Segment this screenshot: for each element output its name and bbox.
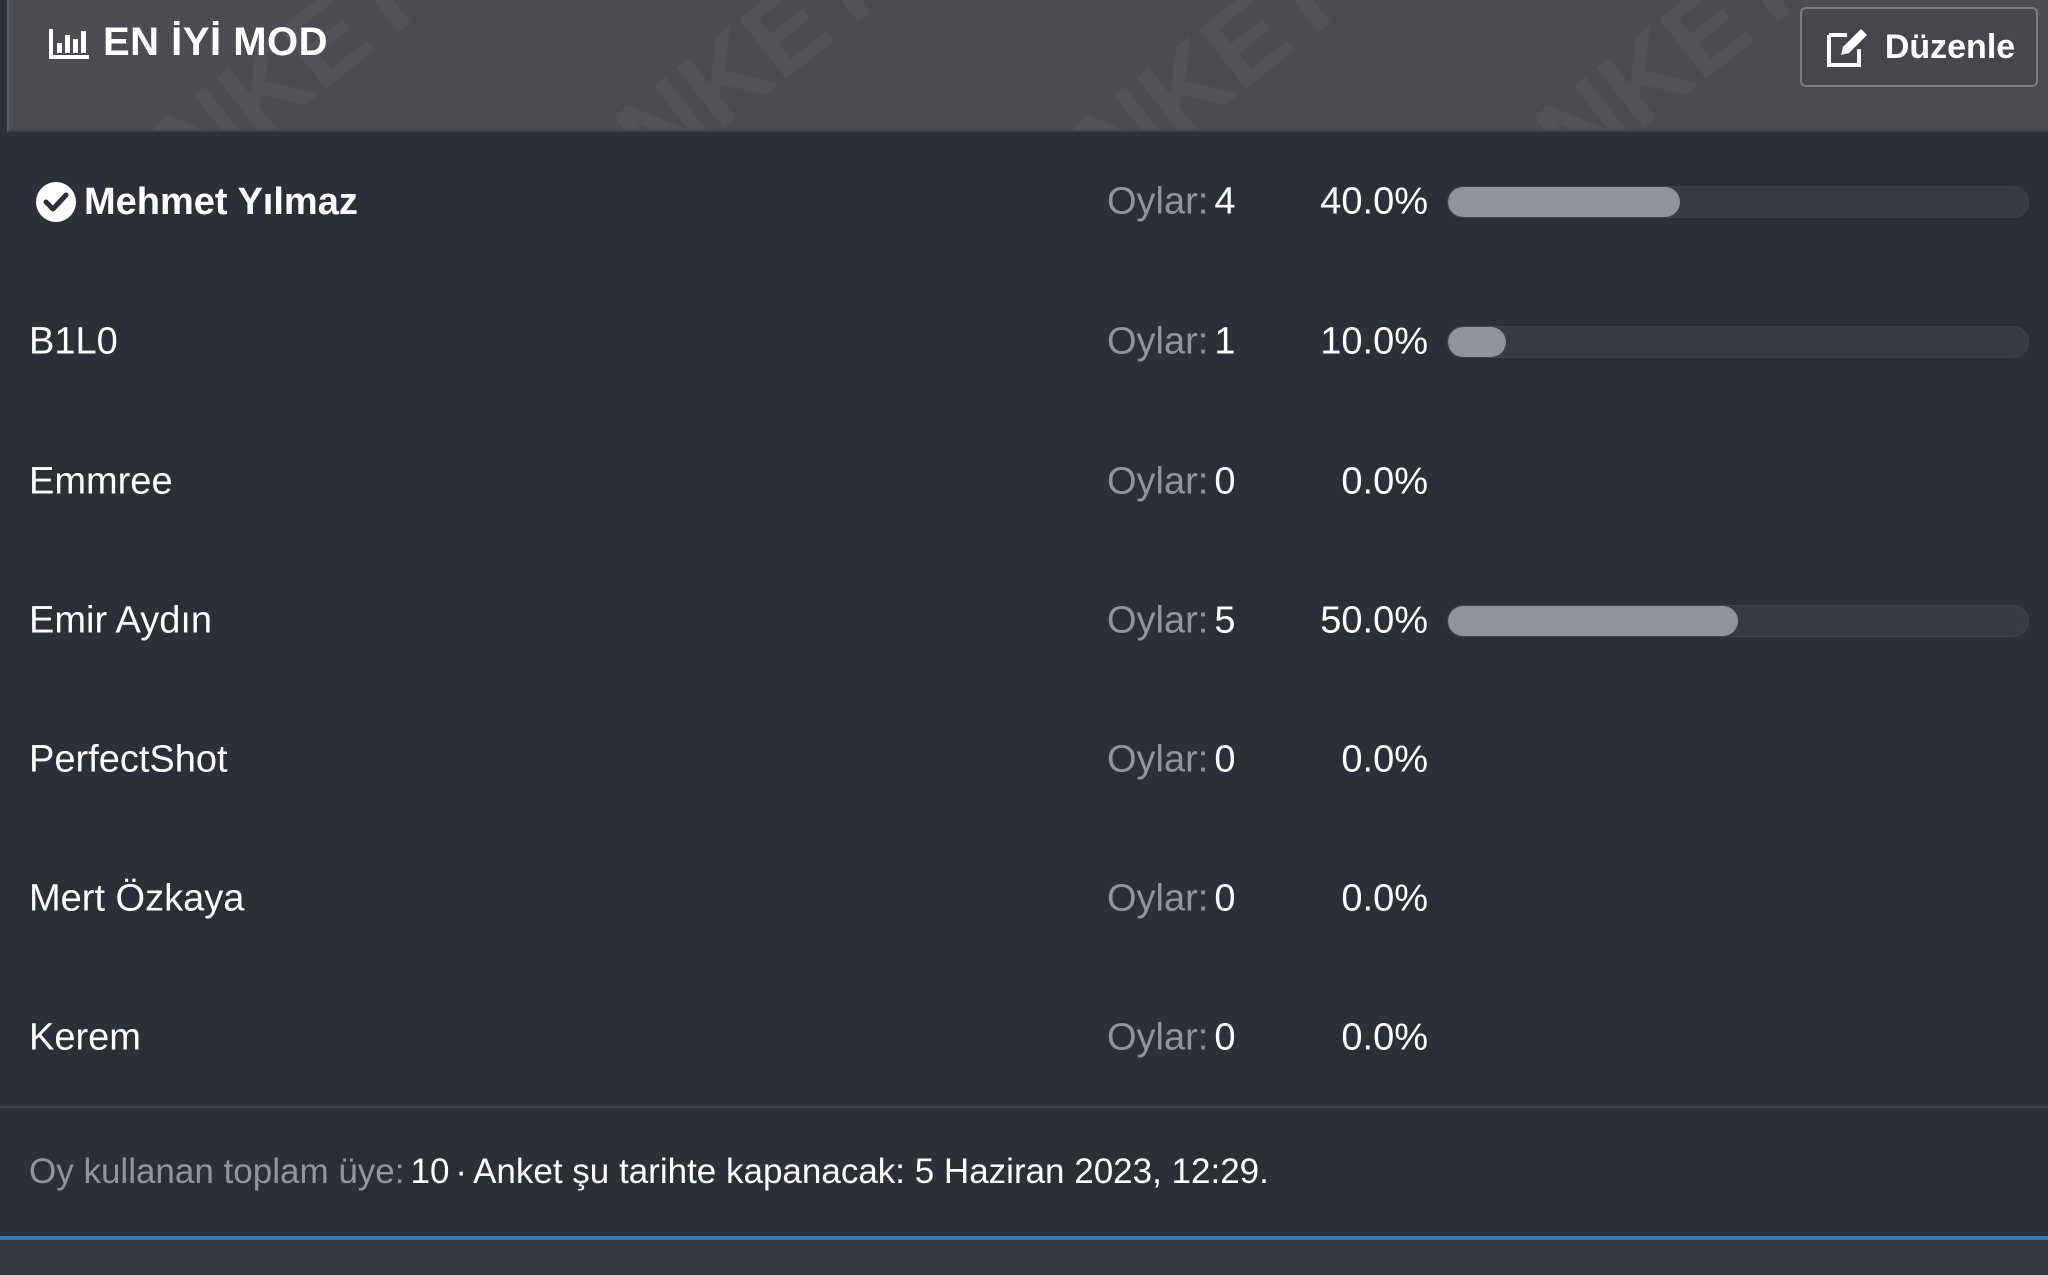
poll-option-label: B1L0 bbox=[29, 321, 118, 364]
poll-option-text: Emir Aydın bbox=[29, 599, 213, 642]
vote-count-label: Oylar: bbox=[1107, 738, 1209, 781]
poll-option-label: PerfectShot bbox=[29, 739, 228, 782]
vote-percent: 50.0% bbox=[1320, 599, 1428, 642]
vote-count-value: 0 bbox=[1214, 738, 1236, 781]
vote-percent: 0.0% bbox=[1341, 1016, 1428, 1059]
poll-option-row: Emir Aydın Oylar: 5 50.0% bbox=[0, 586, 2048, 656]
poll-option-row: B1L0 Oylar: 1 10.0% bbox=[0, 307, 2048, 377]
vote-count: Oylar: 0 bbox=[1107, 1017, 1236, 1060]
vote-count-label: Oylar: bbox=[1107, 180, 1209, 223]
bottom-strip bbox=[0, 1240, 2048, 1275]
edit-button-label: Düzenle bbox=[1884, 27, 2016, 66]
vote-percent: 10.0% bbox=[1320, 320, 1428, 363]
poll-option-label: Kerem bbox=[29, 1017, 141, 1060]
poll-footer-text: Oy kullanan toplam üye: 10 · Anket şu tarih… bbox=[29, 1152, 1269, 1192]
poll-option-text: B1L0 bbox=[29, 320, 118, 363]
vote-count-value: 0 bbox=[1214, 877, 1236, 920]
poll-option-row: Emmree Oylar: 0 0.0% bbox=[0, 447, 2048, 517]
voted-check-icon bbox=[36, 182, 76, 222]
total-voters-label: Oy kullanan toplam üye: bbox=[29, 1152, 405, 1191]
vote-percent: 0.0% bbox=[1341, 460, 1428, 503]
total-voters-value: 10 bbox=[410, 1152, 450, 1191]
poll-title-text: EN İYİ MOD bbox=[103, 20, 329, 64]
vote-count-value: 4 bbox=[1214, 180, 1236, 223]
vote-count: Oylar: 0 bbox=[1107, 739, 1236, 782]
poll-option-row: PerfectShot Oylar: 0 0.0% bbox=[0, 725, 2048, 795]
poll-header: ANKET ANKET ANKET ANKET EN İYİ MOD Düzen… bbox=[7, 0, 2048, 132]
poll-option-text: Kerem bbox=[29, 1016, 141, 1059]
poll-option-label: Mehmet Yılmaz bbox=[34, 180, 358, 224]
poll-option-row: Mert Özkaya Oylar: 0 0.0% bbox=[0, 864, 2048, 934]
bar-chart-icon bbox=[49, 28, 89, 59]
vote-count-value: 0 bbox=[1214, 460, 1236, 503]
poll-option-text: PerfectShot bbox=[29, 738, 228, 781]
vote-count: Oylar: 0 bbox=[1107, 878, 1236, 921]
vote-count-value: 1 bbox=[1214, 320, 1236, 363]
vote-bar-track bbox=[1447, 186, 2029, 218]
vote-bar-track bbox=[1447, 326, 2029, 358]
vote-bar-fill bbox=[1448, 187, 1680, 217]
poll-title: EN İYİ MOD bbox=[47, 20, 328, 65]
poll-widget: ANKET ANKET ANKET ANKET EN İYİ MOD Düzen… bbox=[0, 0, 2048, 1275]
vote-bar-fill bbox=[1448, 606, 1738, 636]
poll-option-text: Mert Özkaya bbox=[29, 877, 245, 920]
vote-count: Oylar: 0 bbox=[1107, 461, 1236, 504]
vote-count: Oylar: 4 bbox=[1107, 181, 1236, 224]
poll-option-text: Emmree bbox=[29, 460, 173, 503]
poll-option-row: Mehmet Yılmaz Oylar: 4 40.0% bbox=[0, 167, 2048, 237]
edit-button[interactable]: Düzenle bbox=[1800, 7, 2038, 87]
vote-bar-fill bbox=[1448, 327, 1506, 357]
poll-option-text: Mehmet Yılmaz bbox=[84, 180, 358, 223]
footer-separator: · bbox=[455, 1152, 468, 1191]
poll-option-label: Emir Aydın bbox=[29, 600, 212, 643]
vote-percent: 0.0% bbox=[1341, 738, 1428, 781]
poll-option-label: Emmree bbox=[29, 461, 173, 504]
poll-footer: Oy kullanan toplam üye: 10 · Anket şu tarih… bbox=[0, 1106, 2048, 1236]
poll-option-row: Kerem Oylar: 0 0.0% bbox=[0, 1003, 2048, 1073]
vote-bar-track bbox=[1447, 605, 2029, 637]
vote-count: Oylar: 5 bbox=[1107, 600, 1236, 643]
vote-count-label: Oylar: bbox=[1107, 1016, 1209, 1059]
vote-count-label: Oylar: bbox=[1107, 320, 1209, 363]
vote-count: Oylar: 1 bbox=[1107, 321, 1236, 364]
poll-option-label: Mert Özkaya bbox=[29, 878, 244, 921]
vote-count-label: Oylar: bbox=[1107, 877, 1209, 920]
vote-count-value: 0 bbox=[1214, 1016, 1236, 1059]
vote-count-label: Oylar: bbox=[1107, 460, 1209, 503]
edit-icon bbox=[1826, 29, 1867, 67]
vote-count-label: Oylar: bbox=[1107, 599, 1209, 642]
poll-close-date: Anket şu tarihte kapanacak: 5 Haziran 20… bbox=[473, 1152, 1269, 1191]
vote-percent: 0.0% bbox=[1341, 877, 1428, 920]
vote-count-value: 5 bbox=[1214, 599, 1236, 642]
vote-percent: 40.0% bbox=[1320, 180, 1428, 223]
